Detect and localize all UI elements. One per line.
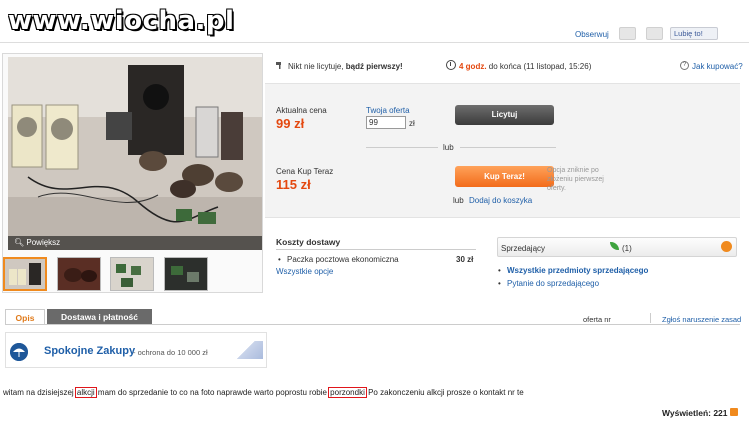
safe-purchase-title[interactable]: Spokojne Zakupy bbox=[44, 345, 135, 357]
views-counter: Wyświetleń: 221 bbox=[662, 408, 728, 418]
all-shipping-options-link[interactable]: Wszystkie opcje bbox=[276, 267, 333, 276]
be-first-text: bądź pierwszy! bbox=[345, 62, 403, 71]
buy-now-price: 115 zł bbox=[276, 177, 311, 192]
highlighted-word: alkcji bbox=[74, 387, 97, 398]
shipping-method: Paczka pocztowa ekonomiczna bbox=[287, 255, 399, 264]
speakers-photo-illustration bbox=[8, 57, 262, 250]
facebook-like-button[interactable]: Lubię to! bbox=[670, 27, 718, 40]
clock-icon bbox=[446, 60, 456, 70]
ask-seller-link[interactable]: Pytanie do sprzedającego bbox=[507, 279, 599, 288]
shipping-title: Koszty dostawy bbox=[276, 237, 341, 247]
current-price: 99 zł bbox=[276, 116, 305, 131]
safe-purchase-subtitle: - ochrona do 10 000 zł bbox=[133, 348, 208, 357]
separator bbox=[650, 313, 651, 323]
shipping-price: 30 zł bbox=[456, 255, 474, 264]
or-label: lub bbox=[443, 143, 454, 152]
tab-description[interactable]: Opis bbox=[5, 309, 45, 325]
highlighted-word: porzondki bbox=[328, 387, 367, 398]
your-offer-label: Twoja oferta bbox=[366, 106, 410, 115]
seller-rating: (1) bbox=[622, 244, 632, 253]
magnifier-icon: 🔍︎ bbox=[14, 238, 25, 247]
offer-number-label: oferta nr bbox=[583, 315, 611, 324]
or-label-2: lub bbox=[453, 196, 464, 205]
buy-now-button[interactable]: Kup Teraz! bbox=[455, 166, 554, 187]
umbrella-icon bbox=[10, 343, 28, 361]
thumbnail[interactable] bbox=[3, 257, 47, 291]
buy-now-price-label: Cena Kup Teraz bbox=[276, 167, 334, 176]
time-left-suffix: do końca (11 listopad, 15:26) bbox=[486, 62, 592, 71]
current-price-label: Aktualna cena bbox=[276, 106, 327, 115]
mail-icon[interactable] bbox=[619, 27, 636, 40]
add-to-cart-link[interactable]: Dodaj do koszyka bbox=[469, 196, 532, 205]
description-text: Po zakonczeniu alkcji prosze o kontakt n… bbox=[365, 388, 524, 397]
divider bbox=[460, 147, 556, 148]
time-left: 4 godz. do końca (11 listopad, 15:26) bbox=[459, 62, 591, 71]
bids-status: Nikt nie licytuje, bądź pierwszy! bbox=[288, 62, 403, 71]
time-left-value: 4 godz. bbox=[459, 62, 487, 71]
item-description: witam na dzisiejszej alkcji mam do sprze… bbox=[3, 387, 524, 398]
enlarge-bar[interactable]: 🔍︎ Powiększ bbox=[8, 236, 262, 250]
bullet: • bbox=[498, 279, 501, 288]
offer-currency: zł bbox=[409, 119, 415, 128]
thumbnail[interactable] bbox=[110, 257, 154, 291]
no-bids-text: Nikt nie licytuje, bbox=[288, 62, 346, 71]
twitter-icon[interactable] bbox=[646, 27, 663, 40]
site-watermark: www.wiocha.pl bbox=[8, 6, 235, 36]
help-icon[interactable]: ? bbox=[680, 61, 689, 70]
views-icon bbox=[730, 408, 738, 416]
bid-button[interactable]: Licytuj bbox=[455, 105, 554, 125]
enlarge-label: Powiększ bbox=[26, 238, 61, 247]
bullet: • bbox=[498, 266, 501, 275]
gavel-icon bbox=[276, 62, 281, 69]
how-to-buy-link[interactable]: Jak kupować? bbox=[692, 62, 743, 71]
expand-icon[interactable] bbox=[721, 241, 732, 252]
description-text: witam na dzisiejszej bbox=[3, 388, 76, 397]
header-divider bbox=[0, 42, 749, 43]
offer-input[interactable]: 99 bbox=[366, 116, 406, 129]
report-violation-link[interactable]: Zgłoś naruszenie zasad bbox=[662, 315, 741, 324]
buy-now-note: Opcja zniknie po złożeniu pierwszej ofer… bbox=[547, 167, 604, 192]
divider bbox=[276, 249, 476, 250]
arrow-decoration bbox=[237, 341, 263, 359]
main-photo[interactable]: 🔍︎ Powiększ bbox=[8, 57, 262, 250]
watch-link[interactable]: Obserwuj bbox=[575, 30, 609, 39]
tab-delivery-payment[interactable]: Dostawa i płatność bbox=[47, 309, 152, 325]
seller-label: Sprzedający bbox=[501, 244, 546, 253]
divider bbox=[366, 147, 438, 148]
description-text: mam do sprzedanie to co na foto naprawde… bbox=[95, 388, 330, 397]
tab-divider bbox=[5, 324, 740, 325]
thumbnail[interactable] bbox=[164, 257, 208, 291]
all-seller-items-link[interactable]: Wszystkie przedmioty sprzedającego bbox=[507, 266, 648, 275]
shipping-bullet: • bbox=[278, 255, 281, 264]
thumbnail[interactable] bbox=[57, 257, 101, 291]
